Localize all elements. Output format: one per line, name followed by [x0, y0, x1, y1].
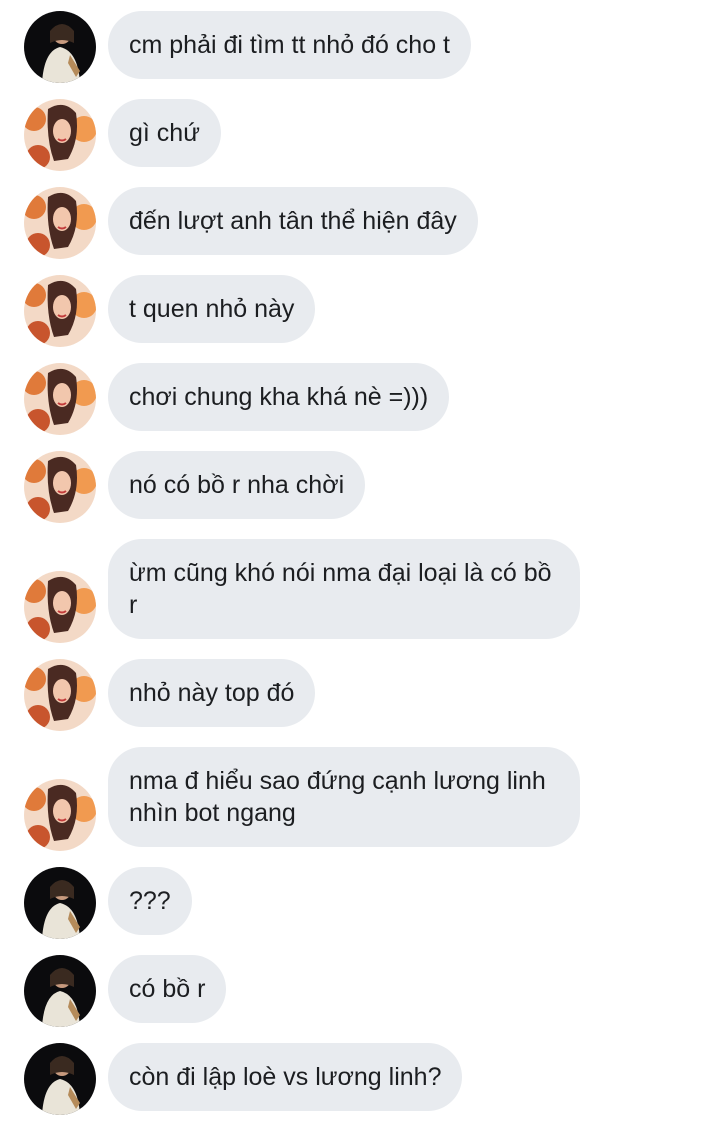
avatar-dark-image [24, 955, 96, 1027]
avatar-flowers[interactable] [24, 363, 96, 435]
avatar-dark-image [24, 1043, 96, 1115]
message-bubble[interactable]: còn đi lập loè vs lương linh? [108, 1043, 463, 1111]
message-bubble[interactable]: nó có bồ r nha chời [108, 451, 366, 519]
message-row: nma đ hiểu sao đứng cạnh lương linh nhìn… [0, 747, 720, 851]
avatar-flowers[interactable] [24, 779, 96, 851]
avatar-flowers[interactable] [24, 275, 96, 347]
message-bubble[interactable]: nma đ hiểu sao đứng cạnh lương linh nhìn… [108, 747, 580, 847]
message-bubble[interactable]: nhỏ này top đó [108, 659, 316, 727]
avatar-dark-image [24, 867, 96, 939]
avatar-flowers-image [24, 659, 96, 731]
avatar-flowers[interactable] [24, 659, 96, 731]
message-row: ??? [0, 867, 720, 939]
message-row: có bồ r [0, 955, 720, 1027]
message-bubble[interactable]: ??? [108, 867, 192, 935]
chat-thread[interactable]: cm phải đi tìm tt nhỏ đó cho t gì chứ đế… [0, 0, 720, 1123]
avatar-flowers-image [24, 275, 96, 347]
message-bubble[interactable]: gì chứ [108, 99, 221, 167]
message-bubble[interactable]: có bồ r [108, 955, 227, 1023]
avatar-flowers[interactable] [24, 451, 96, 523]
avatar-flowers-image [24, 363, 96, 435]
message-row: ừm cũng khó nói nma đại loại là có bồ r [0, 539, 720, 643]
message-row: cm phải đi tìm tt nhỏ đó cho t [0, 11, 720, 83]
message-bubble[interactable]: chơi chung kha khá nè =))) [108, 363, 450, 431]
avatar-flowers[interactable] [24, 571, 96, 643]
message-bubble[interactable]: cm phải đi tìm tt nhỏ đó cho t [108, 11, 471, 79]
avatar-flowers-image [24, 779, 96, 851]
avatar-flowers-image [24, 451, 96, 523]
avatar-flowers-image [24, 571, 96, 643]
message-row: gì chứ [0, 99, 720, 171]
message-row: đến lượt anh tân thể hiện đây [0, 187, 720, 259]
avatar-dark[interactable] [24, 11, 96, 83]
avatar-flowers[interactable] [24, 99, 96, 171]
message-row: t quen nhỏ này [0, 275, 720, 347]
avatar-dark[interactable] [24, 1043, 96, 1115]
avatar-dark[interactable] [24, 867, 96, 939]
message-bubble[interactable]: t quen nhỏ này [108, 275, 316, 343]
message-bubble[interactable]: đến lượt anh tân thể hiện đây [108, 187, 478, 255]
message-row: chơi chung kha khá nè =))) [0, 363, 720, 435]
message-row: còn đi lập loè vs lương linh? [0, 1043, 720, 1115]
message-bubble[interactable]: ừm cũng khó nói nma đại loại là có bồ r [108, 539, 580, 639]
avatar-flowers-image [24, 187, 96, 259]
avatar-flowers-image [24, 99, 96, 171]
avatar-dark-image [24, 11, 96, 83]
avatar-flowers[interactable] [24, 187, 96, 259]
avatar-dark[interactable] [24, 955, 96, 1027]
message-row: nó có bồ r nha chời [0, 451, 720, 523]
message-row: nhỏ này top đó [0, 659, 720, 731]
